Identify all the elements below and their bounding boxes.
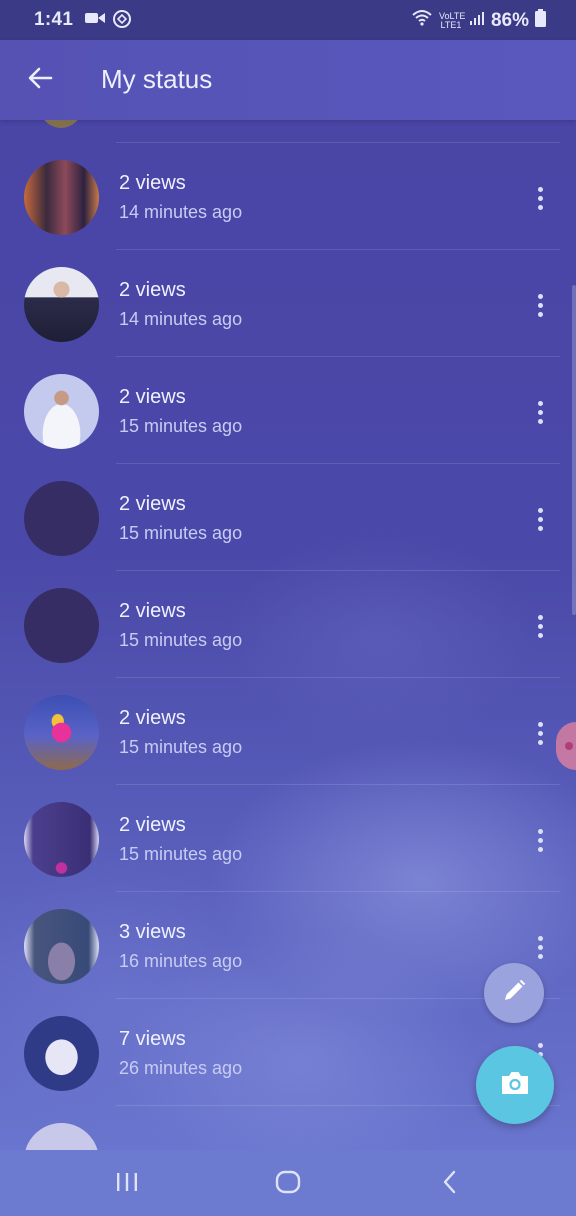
status-bar: 1:41 VoLTE LTE1 86% — [0, 0, 576, 40]
status-time: 15 minutes ago — [119, 523, 243, 543]
status-time: 15 minutes ago — [119, 844, 243, 864]
status-time: 16 minutes ago — [119, 951, 243, 971]
more-options-button[interactable] — [526, 820, 554, 860]
status-time: 14 minutes ago — [119, 202, 243, 222]
divider — [116, 570, 560, 571]
more-options-button[interactable] — [526, 178, 554, 218]
app-bar: My status — [0, 40, 576, 120]
views-count: 2 views — [119, 386, 186, 408]
text-status-button[interactable] — [484, 963, 544, 1023]
volte-indicator: VoLTE LTE1 — [438, 11, 466, 30]
status-row[interactable]: 2 views 14 minutes ago — [0, 249, 560, 356]
more-options-button[interactable] — [526, 927, 554, 967]
status-row[interactable]: 2 views 15 minutes ago — [0, 677, 560, 784]
chevron-left-icon — [441, 1170, 459, 1199]
more-options-button[interactable] — [526, 713, 554, 753]
views-count: 7 views — [119, 1028, 186, 1050]
pencil-icon — [500, 977, 528, 1010]
views-count: 2 views — [119, 814, 186, 836]
status-thumbnail[interactable] — [24, 1016, 99, 1091]
status-row[interactable]: 2 views 15 minutes ago — [0, 356, 560, 463]
views-count: 2 views — [119, 493, 186, 515]
recent-apps-icon — [115, 1171, 139, 1198]
partial-status-thumbnail — [40, 120, 82, 128]
status-row[interactable]: 2 views 14 minutes ago — [0, 142, 560, 249]
nav-back-button[interactable] — [430, 1166, 470, 1202]
status-thumbnail[interactable] — [24, 695, 99, 770]
divider — [116, 677, 560, 678]
battery-icon — [535, 9, 546, 33]
data-saver-icon — [112, 9, 132, 35]
arrow-left-icon — [27, 66, 53, 95]
divider — [116, 142, 560, 143]
status-thumbnail[interactable] — [24, 588, 99, 663]
system-nav-bar — [0, 1150, 576, 1216]
status-time: 15 minutes ago — [119, 416, 243, 436]
battery-percent: 86% — [490, 10, 529, 31]
camera-status-button[interactable] — [476, 1046, 554, 1124]
home-button[interactable] — [268, 1166, 308, 1202]
views-count: 2 views — [119, 707, 186, 729]
status-row[interactable] — [0, 1105, 560, 1150]
status-row[interactable]: 2 views 15 minutes ago — [0, 463, 560, 570]
status-time: 14 minutes ago — [119, 309, 243, 329]
status-thumbnail[interactable] — [24, 160, 99, 235]
views-count: 2 views — [119, 172, 186, 194]
wifi-icon — [411, 9, 433, 33]
status-thumbnail[interactable] — [24, 267, 99, 342]
scrollbar-thumb[interactable] — [572, 285, 576, 615]
home-icon — [275, 1170, 301, 1199]
status-row[interactable]: 2 views 15 minutes ago — [0, 784, 560, 891]
back-button[interactable] — [22, 62, 58, 98]
signal-icon — [469, 10, 485, 32]
divider — [116, 784, 560, 785]
status-row[interactable]: 3 views 16 minutes ago — [0, 891, 560, 998]
clock: 1:41 — [34, 9, 74, 30]
camera-icon — [499, 1069, 531, 1102]
more-options-button[interactable] — [526, 606, 554, 646]
more-options-button[interactable] — [526, 285, 554, 325]
divider — [116, 463, 560, 464]
status-time: 15 minutes ago — [119, 737, 243, 757]
page-title: My status — [101, 64, 213, 94]
more-options-button[interactable] — [526, 392, 554, 432]
divider — [116, 891, 560, 892]
divider — [116, 249, 560, 250]
views-count: 2 views — [119, 279, 186, 301]
views-count: 3 views — [119, 921, 186, 943]
more-options-button[interactable] — [526, 499, 554, 539]
status-row[interactable]: 2 views 15 minutes ago — [0, 570, 560, 677]
status-time: 15 minutes ago — [119, 630, 243, 650]
views-count: 2 views — [119, 600, 186, 622]
video-camera-icon — [84, 9, 106, 35]
status-time: 26 minutes ago — [119, 1058, 243, 1078]
status-thumbnail[interactable] — [24, 909, 99, 984]
status-thumbnail[interactable] — [24, 374, 99, 449]
status-thumbnail[interactable] — [24, 481, 99, 556]
status-thumbnail[interactable] — [24, 802, 99, 877]
divider — [116, 356, 560, 357]
recent-apps-button[interactable] — [107, 1166, 147, 1202]
status-thumbnail[interactable] — [24, 1123, 99, 1150]
